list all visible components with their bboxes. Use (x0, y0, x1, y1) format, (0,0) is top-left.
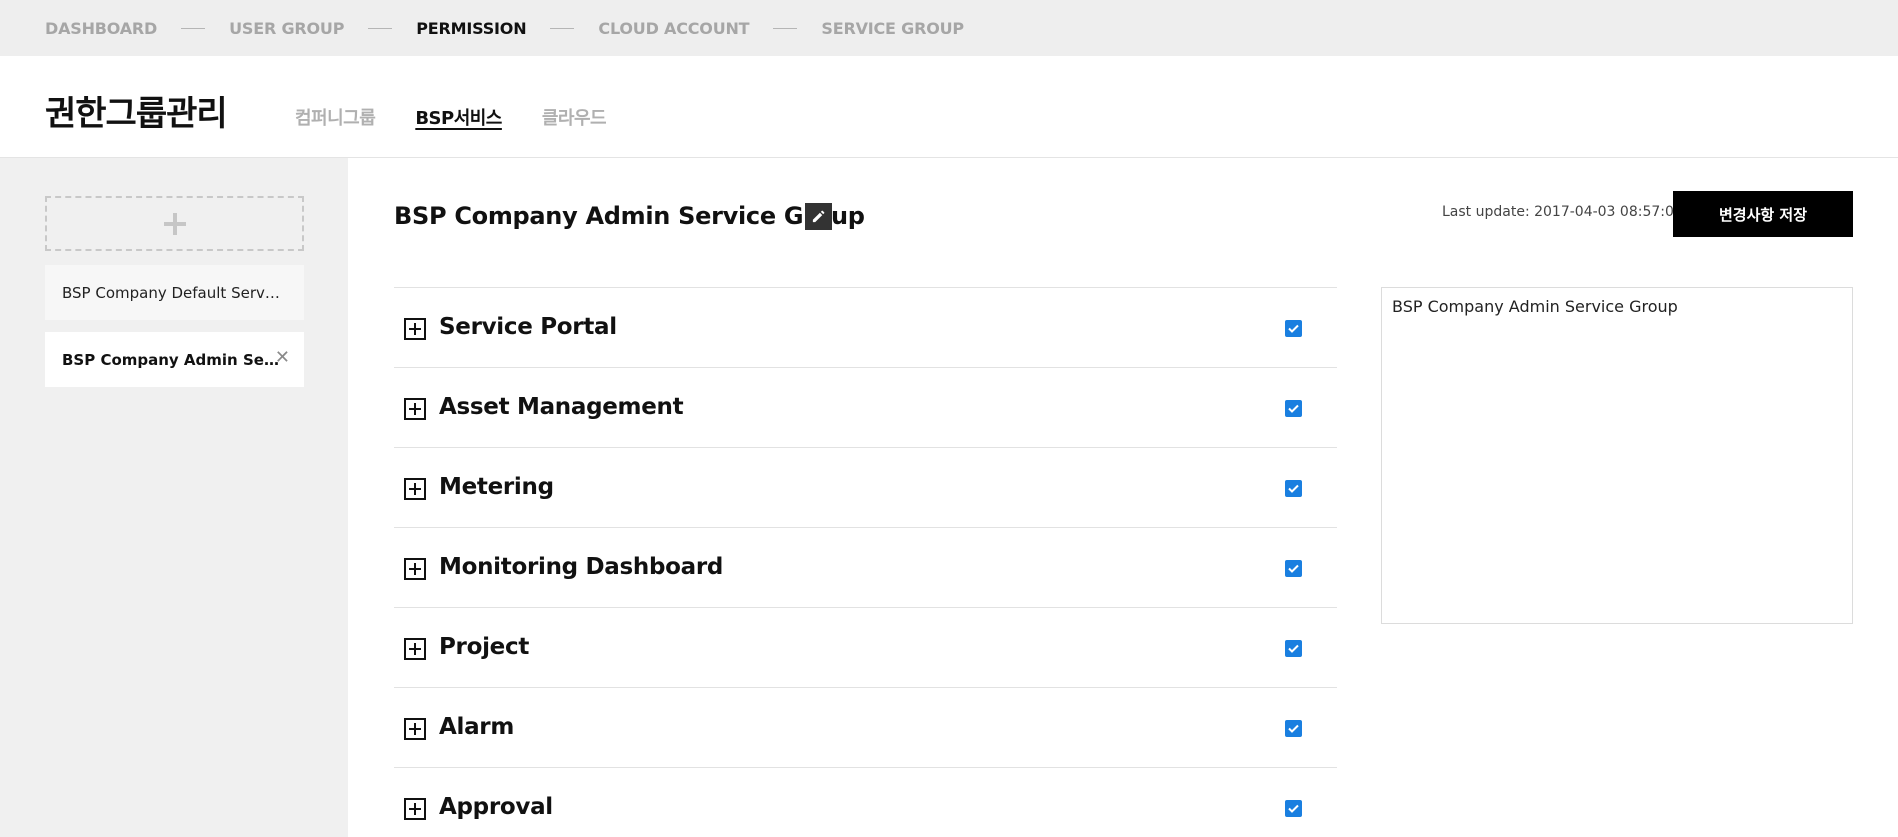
checkmark-icon (1288, 644, 1299, 653)
page-header: 권한그룹관리 컴퍼니그룹 BSP서비스 클라우드 (0, 56, 1898, 158)
permission-checkbox[interactable] (1285, 720, 1302, 737)
expand-plus-icon[interactable] (404, 638, 426, 660)
expand-plus-icon[interactable] (404, 478, 426, 500)
permission-checkbox[interactable] (1285, 320, 1302, 337)
permission-label: Metering (439, 474, 554, 500)
checkmark-icon (1288, 484, 1299, 493)
checkmark-icon (1288, 724, 1299, 733)
group-title: BSP Company Admin Service Group (394, 202, 865, 230)
breadcrumb: DASHBOARD USER GROUP PERMISSION CLOUD AC… (0, 0, 1898, 56)
permission-checkbox[interactable] (1285, 640, 1302, 657)
expand-plus-icon[interactable] (404, 718, 426, 740)
permission-label: Alarm (439, 714, 515, 740)
list-item: Asset Management (394, 368, 1337, 448)
plus-icon (163, 212, 186, 235)
sidebar-item-label: BSP Company Default Service Group (62, 283, 284, 302)
sidebar-item-admin-service-group[interactable]: BSP Company Admin Service Group ✕ (45, 332, 304, 387)
close-icon[interactable]: ✕ (275, 349, 290, 367)
tab-company-group[interactable]: 컴퍼니그룹 (295, 104, 376, 130)
breadcrumb-separator (773, 27, 798, 29)
breadcrumb-cloud-account[interactable]: CLOUD ACCOUNT (598, 19, 749, 38)
breadcrumb-separator (181, 27, 206, 29)
breadcrumb-user-group[interactable]: USER GROUP (229, 19, 344, 38)
page-title: 권한그룹관리 (45, 94, 228, 134)
checkmark-icon (1288, 324, 1299, 333)
permission-label: Monitoring Dashboard (439, 554, 724, 580)
pencil-icon (812, 210, 825, 223)
permission-checkbox[interactable] (1285, 560, 1302, 577)
list-item: Alarm (394, 688, 1337, 768)
expand-plus-icon[interactable] (404, 318, 426, 340)
permission-list: Service Portal Asset Management Metering… (394, 287, 1337, 837)
list-item: Metering (394, 448, 1337, 528)
sidebar: BSP Company Default Service Group BSP Co… (0, 158, 348, 837)
tab-cloud[interactable]: 클라우드 (542, 104, 607, 130)
list-item: Approval (394, 768, 1337, 837)
breadcrumb-dashboard[interactable]: DASHBOARD (45, 19, 157, 38)
tab-bar: 컴퍼니그룹 BSP서비스 클라우드 (295, 104, 646, 130)
expand-plus-icon[interactable] (404, 398, 426, 420)
breadcrumb-service-group[interactable]: SERVICE GROUP (821, 19, 964, 38)
list-item: Service Portal (394, 288, 1337, 368)
expand-plus-icon[interactable] (404, 558, 426, 580)
expand-plus-icon[interactable] (404, 798, 426, 820)
permission-label: Service Portal (439, 314, 617, 340)
list-item: Project (394, 608, 1337, 688)
list-item: Monitoring Dashboard (394, 528, 1337, 608)
add-group-button[interactable] (45, 196, 304, 251)
description-textarea[interactable]: BSP Company Admin Service Group (1381, 287, 1853, 624)
permission-checkbox[interactable] (1285, 480, 1302, 497)
checkmark-icon (1288, 804, 1299, 813)
last-update-text: Last update: 2017-04-03 08:57:02 (1442, 204, 1683, 220)
permission-checkbox[interactable] (1285, 800, 1302, 817)
sidebar-item-default-service-group[interactable]: BSP Company Default Service Group (45, 265, 304, 320)
edit-title-button[interactable] (805, 203, 832, 230)
save-changes-button[interactable]: 변경사항 저장 (1673, 191, 1853, 237)
tab-bsp-service[interactable]: BSP서비스 (415, 104, 502, 130)
breadcrumb-separator (550, 27, 575, 29)
breadcrumb-separator (368, 27, 393, 29)
breadcrumb-permission[interactable]: PERMISSION (416, 19, 526, 38)
sidebar-item-label: BSP Company Admin Service Group (62, 350, 284, 369)
permission-label: Asset Management (439, 394, 684, 420)
permission-checkbox[interactable] (1285, 400, 1302, 417)
checkmark-icon (1288, 404, 1299, 413)
permission-label: Project (439, 634, 530, 660)
permission-label: Approval (439, 794, 553, 820)
checkmark-icon (1288, 564, 1299, 573)
